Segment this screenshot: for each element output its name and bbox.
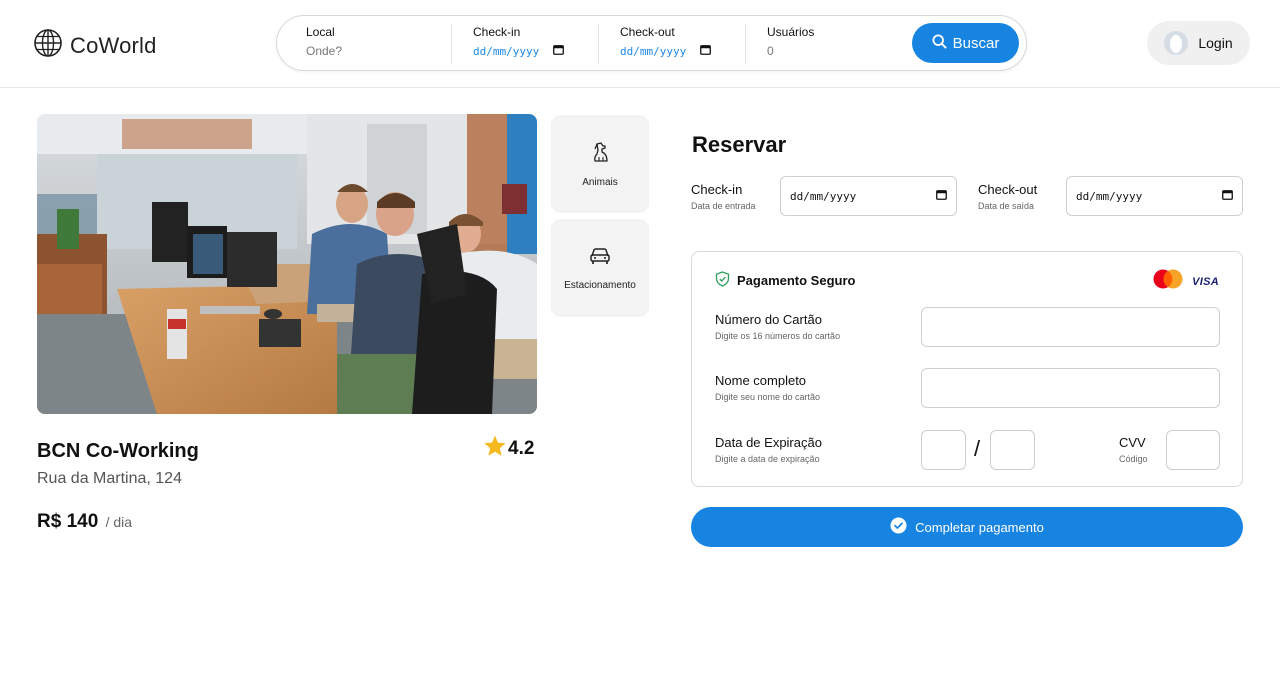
cvv-sub: Código: [1119, 454, 1148, 464]
cvv-label: CVV: [1119, 435, 1146, 450]
complete-payment-button[interactable]: Completar pagamento: [691, 507, 1243, 547]
full-name-input[interactable]: [921, 368, 1220, 408]
calendar-icon[interactable]: [553, 44, 565, 58]
expiry-sub: Digite a data de expiração: [715, 454, 820, 464]
feature-label: Estacionamento: [564, 280, 636, 291]
payment-title-text: Pagamento Seguro: [737, 273, 856, 288]
checkout-field[interactable]: Check-out dd/mm/yyyy: [620, 25, 712, 58]
calendar-icon[interactable]: [1222, 189, 1233, 203]
dog-icon: [588, 140, 612, 169]
checkout-input[interactable]: dd/mm/yyyy: [620, 44, 712, 58]
local-input[interactable]: Onde?: [306, 44, 342, 58]
price-unit: / dia: [105, 514, 133, 530]
users-input[interactable]: 0: [767, 44, 814, 58]
users-label: Usuários: [767, 25, 815, 39]
coworking-photo: [37, 114, 537, 414]
checkout-placeholder: dd/mm/yyyy: [620, 44, 687, 58]
feature-label: Animais: [582, 177, 618, 188]
search-button-label: Buscar: [952, 34, 1000, 52]
price-value: R$ 140: [37, 511, 99, 532]
cvv-label-group: CVV Código: [1119, 435, 1148, 464]
checkin-label: Check-in: [473, 25, 521, 39]
login-button[interactable]: Login: [1147, 21, 1250, 65]
divider: [451, 24, 452, 64]
expiry-separator: /: [974, 436, 981, 461]
name-label-group: Nome completo Digite seu nome do cartão: [715, 373, 820, 402]
card-number-label-group: Número do Cartão Digite os 16 números do…: [715, 312, 840, 341]
payment-title: Pagamento Seguro: [715, 271, 855, 290]
checkout-label: Check-out: [620, 25, 675, 39]
venue-address: Rua da Martina, 124: [37, 470, 182, 487]
expiry-year-input[interactable]: [990, 430, 1035, 470]
card-number-sub: Digite os 16 números do cartão: [715, 331, 841, 341]
logo[interactable]: CoWorld: [33, 28, 157, 63]
divider: [745, 24, 746, 64]
booking-title: Reservar: [692, 132, 787, 157]
expiry-month-input[interactable]: [921, 430, 966, 470]
cvv-input[interactable]: [1166, 430, 1220, 470]
name-label: Nome completo: [715, 373, 807, 388]
feature-estacionamento: Estacionamento: [551, 219, 649, 317]
shield-check-icon: [715, 271, 730, 290]
star-icon: [483, 434, 507, 464]
local-field[interactable]: Local Onde?: [306, 25, 342, 58]
checkin-field[interactable]: Check-in dd/mm/yyyy: [473, 25, 565, 58]
booking-checkout-placeholder: dd/mm/yyyy: [1076, 189, 1143, 203]
globe-icon: [33, 28, 63, 63]
venue-name: BCN Co-Working: [37, 440, 199, 462]
rating-value: 4.2: [508, 438, 535, 459]
search-icon: [932, 33, 947, 53]
login-label: Login: [1198, 35, 1233, 51]
checkin-placeholder: dd/mm/yyyy: [473, 44, 540, 58]
checkin-input[interactable]: dd/mm/yyyy: [473, 44, 565, 58]
visa-icon: VISA: [1192, 275, 1219, 288]
card-number-input[interactable]: [921, 307, 1220, 347]
booking-checkin-input[interactable]: dd/mm/yyyy: [780, 176, 957, 216]
checkin-label-group: Check-in Data de entrada: [691, 182, 756, 211]
feature-animais: Animais: [551, 115, 649, 213]
expiry-label: Data de Expiração: [715, 435, 822, 450]
booking-checkout-input[interactable]: dd/mm/yyyy: [1066, 176, 1243, 216]
check-circle-icon: [890, 517, 907, 537]
search-bar: Local Onde? Check-in dd/mm/yyyy Check-ou…: [276, 15, 1027, 71]
complete-payment-label: Completar pagamento: [915, 519, 1044, 535]
booking-checkin-placeholder: dd/mm/yyyy: [790, 189, 857, 203]
mastercard-icon: [1152, 269, 1184, 294]
rating: 4.2: [483, 434, 534, 464]
top-header: CoWorld Local Onde? Check-in dd/mm/yyyy …: [0, 0, 1280, 88]
card-brands: VISA: [1152, 269, 1219, 294]
search-button[interactable]: Buscar: [912, 23, 1019, 63]
local-label: Local: [306, 25, 335, 39]
booking-checkout-label: Check-out: [978, 182, 1038, 197]
name-sub: Digite seu nome do cartão: [715, 392, 821, 402]
users-field[interactable]: Usuários 0: [767, 25, 814, 58]
logo-text: CoWorld: [70, 32, 157, 58]
payment-card: Pagamento Seguro VISA Número do Cartão D…: [691, 251, 1243, 487]
calendar-icon[interactable]: [700, 44, 712, 58]
expiry-label-group: Data de Expiração Digite a data de expir…: [715, 435, 822, 464]
booking-checkin-label: Check-in: [691, 182, 743, 197]
booking-checkin-sub: Data de entrada: [691, 201, 756, 211]
price: R$ 140 / dia: [37, 511, 132, 533]
checkout-label-group: Check-out Data de saída: [978, 182, 1037, 211]
calendar-icon[interactable]: [936, 189, 947, 203]
car-icon: [589, 245, 611, 272]
avatar-icon: [1164, 31, 1189, 55]
booking-checkout-sub: Data de saída: [978, 201, 1035, 211]
card-number-label: Número do Cartão: [715, 312, 822, 327]
divider: [598, 24, 599, 64]
